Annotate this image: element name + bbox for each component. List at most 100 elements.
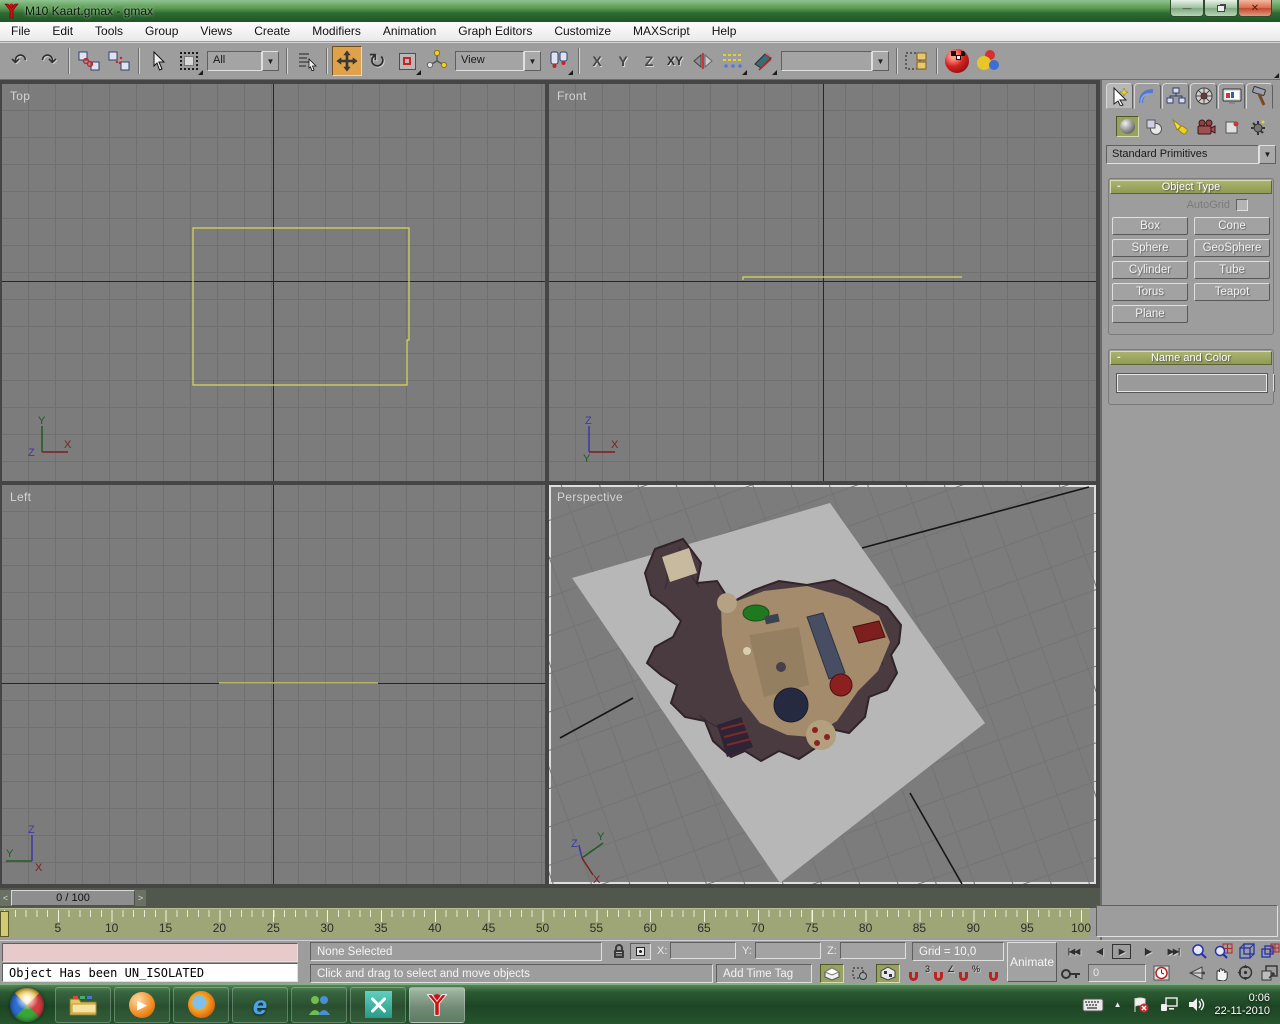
object-type-button[interactable]: Cone [1194, 217, 1270, 235]
taskbar-messenger-button[interactable] [291, 987, 347, 1023]
taskbar-media-player-button[interactable]: ▶ [114, 987, 170, 1023]
previous-frame-button[interactable]: ◀| [1088, 943, 1111, 960]
dropdown-arrow-icon[interactable]: ▼ [524, 51, 541, 71]
set-key-button[interactable] [1060, 964, 1082, 983]
tab-modify[interactable] [1134, 83, 1161, 109]
named-selection-dropdown[interactable]: ▼ [781, 51, 889, 71]
viewport-perspective-label[interactable]: Perspective [557, 490, 623, 504]
taskbar-clock[interactable]: 0:06 22-11-2010 [1215, 992, 1270, 1018]
menu-item[interactable]: Group [134, 22, 189, 41]
object-color-swatch[interactable] [1273, 374, 1275, 392]
select-and-move-button[interactable] [332, 46, 362, 76]
restrict-z-button[interactable]: Z [636, 48, 662, 74]
add-time-tag[interactable]: Add Time Tag [716, 964, 812, 983]
collapse-icon[interactable]: - [1117, 180, 1121, 192]
selection-region-button[interactable] [174, 46, 204, 76]
category-shapes-button[interactable] [1142, 116, 1165, 137]
minimize-button[interactable]: — [1170, 0, 1204, 17]
viewport-top[interactable]: Top Y Z X [2, 84, 545, 481]
taskbar-internet-explorer-button[interactable]: e [232, 987, 288, 1023]
arc-rotate-button[interactable] [1234, 963, 1256, 982]
select-and-scale-button[interactable] [392, 46, 422, 76]
window-crossing-toggle[interactable] [848, 964, 872, 983]
menu-item[interactable]: Graph Editors [447, 22, 543, 41]
object-type-button[interactable]: Cylinder [1112, 261, 1188, 279]
track-bar[interactable]: 5101520253035404550556065707580859095100 [0, 908, 1090, 938]
taskbar-explorer-button[interactable] [55, 987, 111, 1023]
animate-button[interactable]: Animate [1007, 942, 1057, 982]
tab-create[interactable] [1106, 83, 1133, 109]
zoom-extents-button[interactable] [1236, 942, 1258, 961]
viewport-front-label[interactable]: Front [557, 89, 587, 103]
undo-button[interactable]: ↶ [4, 46, 34, 76]
viewport-top-label[interactable]: Top [10, 89, 30, 103]
restore-button[interactable] [1204, 0, 1238, 17]
absolute-mode-toggle[interactable] [630, 943, 651, 960]
maxscript-listener-macro-line[interactable] [2, 943, 298, 962]
y-coordinate-input[interactable] [755, 942, 821, 959]
unlink-selection-button[interactable] [104, 46, 134, 76]
menu-item[interactable]: Animation [372, 22, 447, 41]
taskbar-tools-button[interactable] [350, 987, 406, 1023]
collapse-icon[interactable]: - [1117, 351, 1121, 363]
zoom-button[interactable] [1188, 942, 1210, 961]
object-type-header[interactable]: - Object Type [1110, 180, 1272, 194]
object-name-input[interactable] [1116, 373, 1268, 393]
viewport-left[interactable]: Left Z Y X [2, 485, 545, 884]
menu-item[interactable]: File [0, 22, 41, 41]
object-type-button[interactable]: Box [1112, 217, 1188, 235]
select-and-link-button[interactable] [74, 46, 104, 76]
menu-item[interactable]: Modifiers [301, 22, 372, 41]
titlebar[interactable]: M10 Kaart.gmax - gmax — ✕ [0, 0, 1280, 22]
menu-item[interactable]: Create [243, 22, 301, 41]
taskbar-gmax-button[interactable] [409, 987, 465, 1023]
dropdown-arrow-icon[interactable]: ▼ [872, 51, 889, 71]
min-max-toggle-button[interactable] [1258, 963, 1280, 982]
select-object-button[interactable] [144, 46, 174, 76]
category-helpers-button[interactable] [1220, 116, 1243, 137]
go-to-start-button[interactable]: |◀◀ [1062, 943, 1085, 960]
track-bar-frame-handle[interactable] [0, 911, 9, 937]
zoom-all-button[interactable] [1212, 942, 1234, 961]
field-of-view-button[interactable] [1186, 963, 1208, 982]
network-tray-icon[interactable] [1160, 997, 1178, 1012]
x-coordinate-input[interactable] [670, 942, 736, 959]
restrict-x-button[interactable]: X [584, 48, 610, 74]
viewport-perspective[interactable]: Perspective [549, 485, 1096, 884]
selection-lock-toggle[interactable] [608, 942, 630, 961]
time-slider-next-button[interactable]: > [135, 890, 146, 906]
category-cameras-button[interactable] [1194, 116, 1217, 137]
tab-utilities[interactable] [1246, 83, 1273, 109]
use-pivot-point-center-button[interactable] [544, 46, 574, 76]
dropdown-arrow-icon[interactable]: ▼ [1259, 145, 1276, 164]
menu-item[interactable]: Tools [84, 22, 134, 41]
next-frame-button[interactable]: |▶ [1136, 943, 1159, 960]
current-frame-input[interactable] [1088, 964, 1146, 982]
action-center-flag-icon[interactable] [1132, 997, 1150, 1013]
select-by-name-button[interactable] [292, 46, 322, 76]
menu-item[interactable]: Customize [543, 22, 622, 41]
autogrid-checkbox[interactable] [1236, 199, 1248, 211]
keyboard-tray-icon[interactable] [1082, 998, 1104, 1012]
snap-toggle-button[interactable]: 3 [908, 966, 930, 982]
viewport-front[interactable]: Front Z Y X [549, 84, 1096, 481]
draft-render-toggle[interactable] [820, 964, 844, 983]
tab-hierarchy[interactable] [1162, 83, 1189, 109]
select-and-rotate-button[interactable]: ↻ [362, 46, 392, 76]
percent-snap-button[interactable]: % [958, 966, 980, 982]
align-button[interactable] [748, 46, 778, 76]
object-type-button[interactable]: Teapot [1194, 283, 1270, 301]
selection-filter-dropdown[interactable]: All ▼ [207, 51, 279, 71]
pan-view-button[interactable] [1210, 963, 1232, 982]
dropdown-arrow-icon[interactable]: ▼ [262, 51, 279, 71]
render-button[interactable] [972, 46, 1002, 76]
object-type-button[interactable]: Torus [1112, 283, 1188, 301]
maxscript-listener-output[interactable]: Object Has been UN_ISOLATED [2, 963, 298, 982]
select-and-manipulate-button[interactable] [422, 46, 452, 76]
category-lights-button[interactable] [1168, 116, 1191, 137]
tab-motion[interactable] [1190, 83, 1217, 109]
redo-button[interactable]: ↷ [34, 46, 64, 76]
restrict-y-button[interactable]: Y [610, 48, 636, 74]
mirror-button[interactable] [688, 46, 718, 76]
zoom-extents-all-button[interactable] [1259, 942, 1280, 961]
